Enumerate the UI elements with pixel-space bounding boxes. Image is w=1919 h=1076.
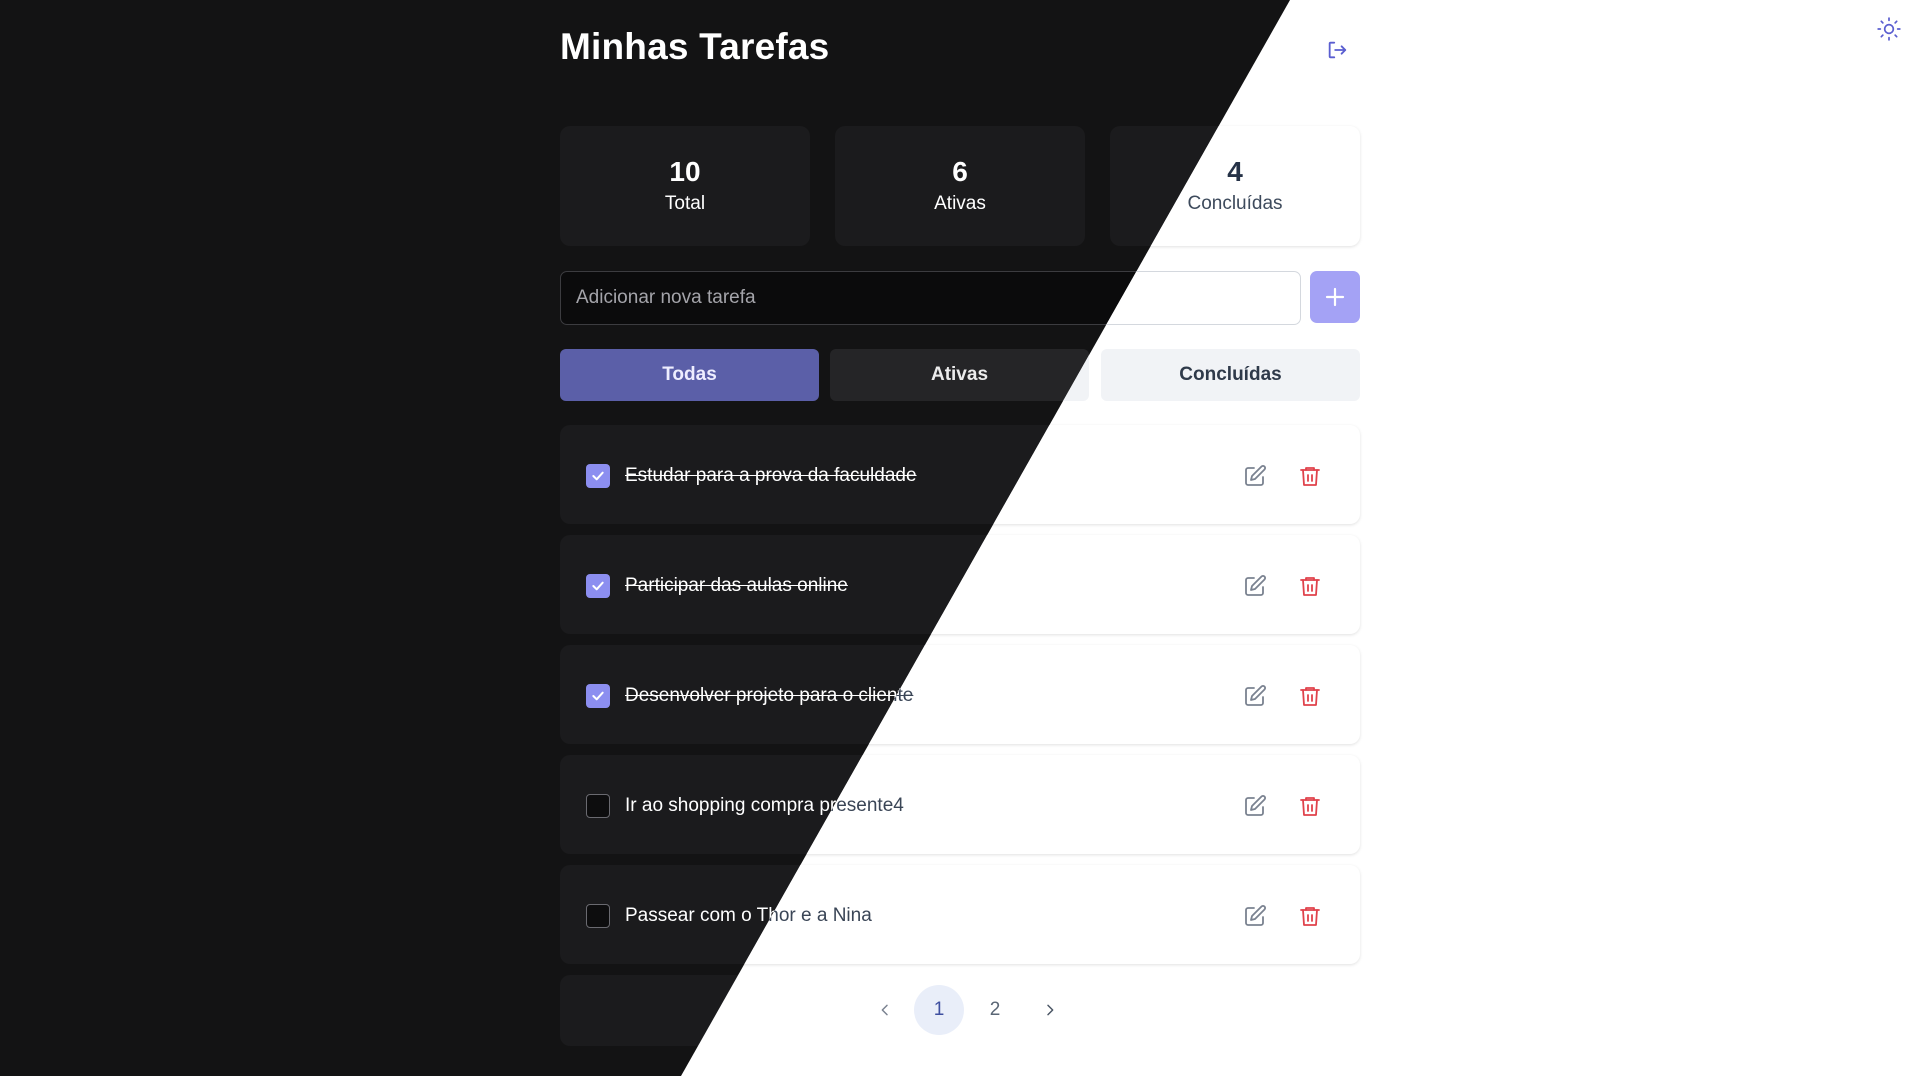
sun-icon <box>1877 17 1901 41</box>
trash-icon[interactable] <box>1298 684 1322 708</box>
filter-all-button[interactable]: Todas <box>560 349 819 401</box>
prev-page-button[interactable] <box>860 985 910 1035</box>
stat-value: 4 <box>1227 156 1243 187</box>
page-button-1[interactable]: 1 <box>914 985 964 1035</box>
stat-value: 6 <box>952 156 968 187</box>
logout-icon <box>1328 41 1347 59</box>
trash-icon[interactable] <box>1298 794 1322 818</box>
page-button-2[interactable]: 2 <box>970 985 1020 1035</box>
chevron-left-icon <box>881 1004 888 1016</box>
logout-button[interactable] <box>1323 36 1351 64</box>
stat-label: Concluídas <box>1187 193 1283 214</box>
task-checkbox[interactable] <box>586 464 610 488</box>
task-checkbox[interactable] <box>586 794 610 818</box>
edit-icon[interactable] <box>1243 684 1267 708</box>
stat-card-active: 6 Ativas <box>835 126 1085 246</box>
check-icon <box>592 581 604 591</box>
stat-label: Total <box>664 193 706 214</box>
task-checkbox[interactable] <box>586 574 610 598</box>
filter-completed-button[interactable]: Concluídas <box>1101 349 1360 401</box>
edit-icon[interactable] <box>1243 904 1267 928</box>
task-text: Desenvolver projeto para o cliente <box>625 685 914 706</box>
plus-icon <box>1325 287 1345 307</box>
check-icon <box>592 691 604 701</box>
edit-icon[interactable] <box>1243 794 1267 818</box>
next-page-button[interactable] <box>1025 985 1075 1035</box>
chevron-right-icon <box>1047 1004 1054 1016</box>
task-checkbox[interactable] <box>586 684 610 708</box>
check-icon <box>592 471 604 481</box>
task-checkbox[interactable] <box>586 904 610 928</box>
task-text: Estudar para a prova da faculdade <box>625 465 917 486</box>
theme-toggle-button[interactable] <box>1876 16 1902 42</box>
trash-icon[interactable] <box>1298 464 1322 488</box>
stat-value: 10 <box>669 156 701 187</box>
stat-label: Ativas <box>934 193 986 214</box>
filter-active-button[interactable]: Ativas <box>830 349 1089 401</box>
trash-icon[interactable] <box>1298 574 1322 598</box>
trash-icon[interactable] <box>1298 904 1322 928</box>
add-task-button[interactable] <box>1310 271 1360 323</box>
task-text: Participar das aulas online <box>625 575 848 596</box>
stat-card-total: 10 Total <box>560 126 810 246</box>
edit-icon[interactable] <box>1243 574 1267 598</box>
edit-icon[interactable] <box>1243 464 1267 488</box>
page-title: Minhas Tarefas <box>560 26 830 67</box>
